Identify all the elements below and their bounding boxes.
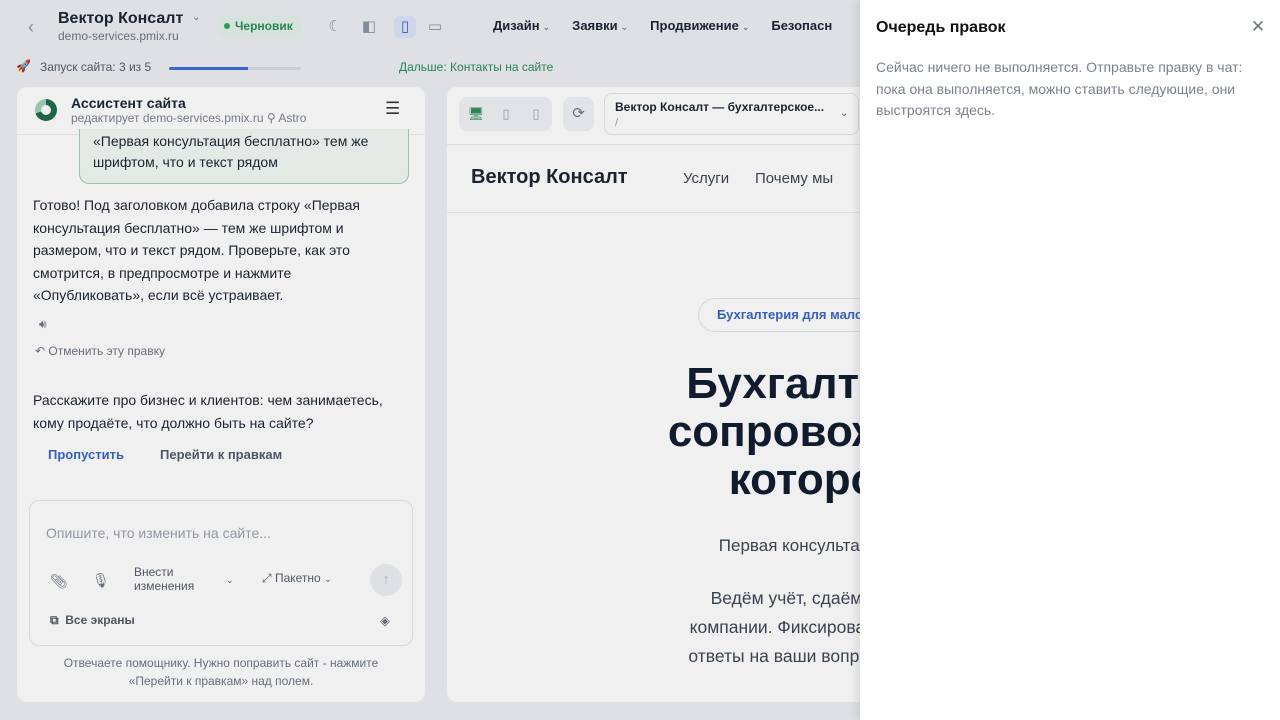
edits-queue-drawer: Очередь правок ✕ Сейчас ничего не выполн… xyxy=(860,0,1280,720)
modal-backdrop[interactable] xyxy=(0,0,860,720)
close-icon[interactable]: ✕ xyxy=(1248,17,1268,37)
queue-empty-message: Сейчас ничего не выполняется. Отправьте … xyxy=(876,59,1243,118)
queue-title: Очередь правок xyxy=(876,19,1006,36)
